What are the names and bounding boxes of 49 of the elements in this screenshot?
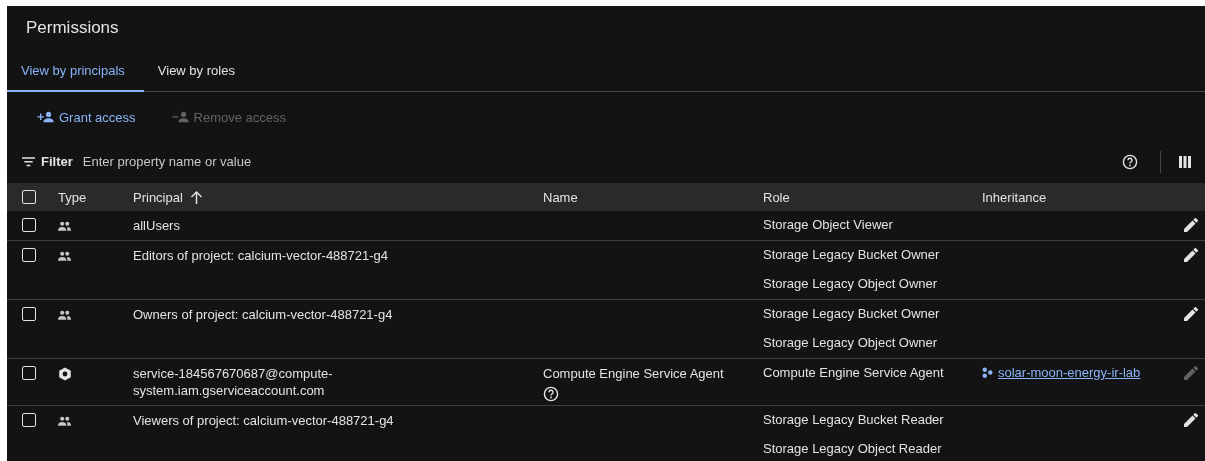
help-icon[interactable]	[1122, 153, 1138, 170]
group-icon	[58, 221, 71, 231]
principal-text: service-184567670687@compute- system.iam.gserviceaccount.com	[133, 365, 333, 400]
column-header: Role	[763, 189, 791, 205]
column-header: Principal	[133, 189, 183, 205]
group-icon	[58, 310, 71, 320]
help-icon[interactable]	[543, 386, 559, 402]
group-icon	[58, 251, 71, 261]
tab[interactable]: View by roles	[143, 50, 254, 92]
principal-text: Editors of project: calcium-vector-488721-g4	[133, 247, 389, 265]
tab[interactable]: View by principals	[7, 50, 144, 92]
grant-access-button[interactable]: Grant access	[31, 106, 142, 128]
name-text: Compute Engine Service Agent	[543, 365, 725, 382]
principal-text: allUsers	[133, 217, 180, 235]
role-text: Storage Object Viewer	[763, 216, 894, 234]
edit-icon[interactable]	[1184, 218, 1198, 232]
column-header: Type	[58, 189, 87, 205]
column-header: Name	[543, 189, 578, 205]
row-checkbox[interactable]	[22, 307, 36, 321]
inheritance-link[interactable]: solar-moon-energy-ir-lab	[982, 364, 1141, 381]
role-text: Storage Legacy Object Owner	[763, 334, 939, 352]
column-header: Inheritance	[982, 189, 1047, 205]
role-text: Storage Legacy Object Owner	[763, 275, 939, 293]
sort-arrow-icon[interactable]	[190, 190, 202, 204]
columns-icon[interactable]	[1179, 155, 1191, 168]
role-text: Storage Legacy Bucket Owner	[763, 305, 941, 323]
filter-label: Filter	[41, 154, 73, 169]
row-checkbox[interactable]	[22, 366, 36, 380]
page-title: Permissions	[25, 17, 120, 39]
filter-input[interactable]: Enter property name or value	[82, 154, 1122, 169]
row-checkbox[interactable]	[22, 413, 36, 427]
row-checkbox[interactable]	[22, 218, 36, 232]
remove-person-icon	[171, 111, 190, 123]
edit-icon[interactable]	[1184, 413, 1198, 427]
role-text: Storage Legacy Object Reader	[763, 440, 943, 458]
principal-text: Viewers of project: calcium-vector-488721-g4	[133, 412, 394, 430]
role-text: Compute Engine Service Agent	[763, 364, 945, 382]
group-icon	[58, 416, 71, 426]
select-all-checkbox[interactable]	[22, 190, 36, 204]
project-dots-icon	[982, 367, 993, 378]
principal-text: Owners of project: calcium-vector-488721-g4	[133, 306, 393, 324]
edit-icon[interactable]	[1184, 307, 1198, 321]
hexagon-icon	[58, 367, 72, 381]
filter-icon[interactable]	[22, 156, 35, 167]
edit-icon[interactable]	[1184, 248, 1198, 262]
row-checkbox[interactable]	[22, 248, 36, 262]
role-text: Storage Legacy Bucket Owner	[763, 246, 941, 264]
role-text: Storage Legacy Bucket Reader	[763, 411, 945, 429]
add-person-icon	[37, 111, 55, 123]
